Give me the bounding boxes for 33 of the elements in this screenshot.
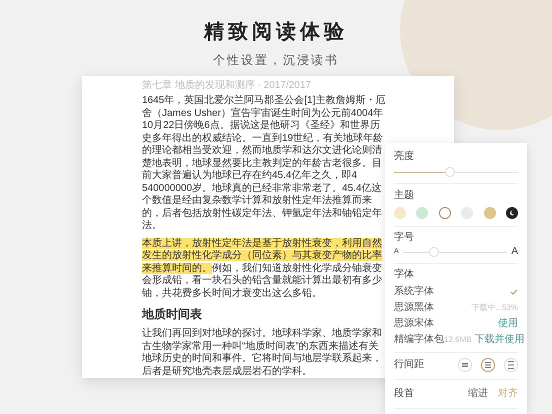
font-name[interactable]: 思源黑体 <box>394 302 434 314</box>
line-spacing-label: 行间距 <box>394 359 424 371</box>
section-heading: 地质时间表 <box>142 306 203 322</box>
brightness-slider[interactable] <box>394 167 518 177</box>
font-status: 12.6MB <box>444 334 472 346</box>
line-spacing-icon <box>484 360 492 370</box>
line-spacing-icon <box>507 360 515 370</box>
paragraph: 本质上讲，放射性定年法是基于放射性衰变，利用自然发生的放射性化学成分（同位素）与其衰变产物的比率来推算时间的。例如，我们知道放射性化学成分铀衰变会形成铅，看一块石头的铅含量就能计算出最初有多少铀，共花费多长时间才衰变出这么多铅。 <box>142 238 383 300</box>
font-name[interactable]: 精编字体包 <box>394 334 444 346</box>
font-label: 字体 <box>394 269 414 281</box>
theme-swatch[interactable] <box>484 207 496 219</box>
theme-swatch[interactable] <box>416 207 428 219</box>
font-size-label: 字号 <box>394 232 414 244</box>
line-spacing-option[interactable] <box>481 358 495 372</box>
theme-swatch[interactable] <box>438 207 451 219</box>
paragraph-option[interactable]: 缩进 <box>468 388 488 400</box>
font-size-slider[interactable] <box>402 247 508 257</box>
font-name[interactable]: 思源宋体 <box>394 318 434 330</box>
chapter-meta: 第七章 地质的发现和测序 · 2017/2017 <box>142 80 312 92</box>
paragraph: 让我们再回到对地球的探讨。地球科学家、地质学家和古生物学家常用一种叫“地质时间表”的东西来描述有关地球历史的时间和事件。它将时间与地层学联系起来，后者是研究地壳表层成层岩石的学科。 <box>142 328 383 378</box>
line-spacing-icon <box>461 360 469 370</box>
night-theme-swatch[interactable] <box>506 207 518 219</box>
font-status: 下载中...53% <box>471 302 518 314</box>
large-font-glyph: A <box>511 247 518 257</box>
paragraph-label: 段首 <box>394 388 414 400</box>
paragraph: 1645年，英国北爱尔兰阿马郡圣公会[1]主教詹姆斯・厄舍（James Usher）宣告宇宙诞生时间为公元前4004年10月22日傍晚6点。据说这是他研习《圣经》和世界历史多年得出的权威结论。一直到19世纪，有关地球年龄的理论都相当受欢迎，然而地质学和达尔文进化论则清楚地表明，地球显然要比主教判定的年龄古老很多。目前大家普遍认为地球已存在约45.4亿年之久，即4 540000000岁。地球真的已经非常非常老了。45.4亿这个数值是经由复杂数学计算和放射性定年法推算而来的，后者包括放射性碳定年法、钾氩定年法和铀铅定年法。 <box>142 95 386 232</box>
moon-icon <box>508 210 515 216</box>
theme-label: 主题 <box>394 190 414 202</box>
theme-swatch[interactable] <box>394 207 406 219</box>
font-name[interactable]: 系统字体 <box>394 286 434 298</box>
page-subtitle: 个性设置，沉浸读书 <box>213 52 339 68</box>
page-title: 精致阅读体验 <box>204 20 348 45</box>
brightness-label: 亮度 <box>394 151 414 163</box>
